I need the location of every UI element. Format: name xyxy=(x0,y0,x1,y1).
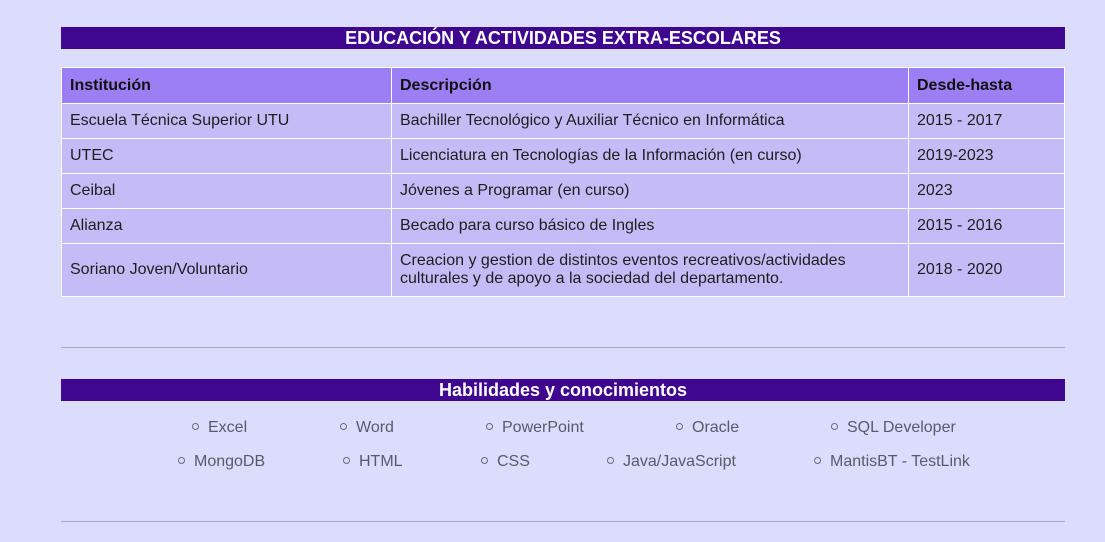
bullet-icon xyxy=(481,457,488,465)
description-cell: Jóvenes a Programar (en curso) xyxy=(391,173,909,209)
description-cell: Bachiller Tecnológico y Auxiliar Técnico… xyxy=(391,103,909,139)
skill-label: MongoDB xyxy=(194,453,266,470)
bullet-icon xyxy=(814,457,821,465)
table-row: Soriano Joven/Voluntario Creacion y gest… xyxy=(61,243,1065,297)
skill-item-sql-developer: SQL Developer xyxy=(831,419,956,437)
bullet-icon xyxy=(607,457,614,465)
skill-item-word: Word xyxy=(340,419,394,437)
skill-item-excel: Excel xyxy=(192,419,247,437)
skill-item-mantisbt-testlink: MantisBT - TestLink xyxy=(814,453,970,471)
table-row: UTEC Licenciatura en Tecnologías de la I… xyxy=(61,138,1065,174)
skill-label: HTML xyxy=(359,453,403,470)
description-cell: Becado para curso básico de Ingles xyxy=(391,208,909,244)
description-cell: Licenciatura en Tecnologías de la Inform… xyxy=(391,138,909,174)
table-row: Escuela Técnica Superior UTU Bachiller T… xyxy=(61,103,1065,139)
skill-item-java-javascript: Java/JavaScript xyxy=(607,453,736,471)
skill-label: Oracle xyxy=(692,419,740,436)
section-divider xyxy=(61,347,1065,348)
skill-label: Excel xyxy=(208,419,248,436)
education-table: Institución Descripción Desde-hasta Escu… xyxy=(61,67,1065,297)
bullet-icon xyxy=(486,423,493,431)
skill-item-html: HTML xyxy=(343,453,403,471)
table-row: Alianza Becado para curso básico de Ingl… xyxy=(61,208,1065,244)
skill-label: CSS xyxy=(497,453,530,470)
institution-cell: Soriano Joven/Voluntario xyxy=(61,243,392,297)
date-range-cell: 2019-2023 xyxy=(908,138,1065,174)
skill-item-oracle: Oracle xyxy=(676,419,739,437)
skill-item-css: CSS xyxy=(481,453,530,471)
skills-section-title: Habilidades y conocimientos xyxy=(61,379,1065,401)
column-header-description: Descripción xyxy=(391,67,909,104)
skill-item-powerpoint: PowerPoint xyxy=(486,419,584,437)
institution-cell: Escuela Técnica Superior UTU xyxy=(61,103,392,139)
institution-cell: UTEC xyxy=(61,138,392,174)
bullet-icon xyxy=(192,423,199,431)
bullet-icon xyxy=(340,423,347,431)
table-row: Ceibal Jóvenes a Programar (en curso) 20… xyxy=(61,173,1065,209)
date-range-cell: 2023 xyxy=(908,173,1065,209)
bullet-icon xyxy=(831,423,838,431)
column-header-institution: Institución xyxy=(61,67,392,104)
bullet-icon xyxy=(676,423,683,431)
bullet-icon xyxy=(178,457,185,465)
date-range-cell: 2015 - 2016 xyxy=(908,208,1065,244)
description-cell: Creacion y gestion de distintos eventos … xyxy=(391,243,909,297)
bullet-icon xyxy=(343,457,350,465)
column-header-date-range: Desde-hasta xyxy=(908,67,1065,104)
education-section-title: EDUCACIÓN Y ACTIVIDADES EXTRA-ESCOLARES xyxy=(61,27,1065,49)
skill-label: PowerPoint xyxy=(502,419,584,436)
institution-cell: Ceibal xyxy=(61,173,392,209)
date-range-cell: 2015 - 2017 xyxy=(908,103,1065,139)
skill-item-mongodb: MongoDB xyxy=(178,453,265,471)
date-range-cell: 2018 - 2020 xyxy=(908,243,1065,297)
skill-label: SQL Developer xyxy=(847,419,956,436)
skill-label: Word xyxy=(356,419,394,436)
skill-label: Java/JavaScript xyxy=(623,453,736,470)
institution-cell: Alianza xyxy=(61,208,392,244)
skill-label: MantisBT - TestLink xyxy=(830,453,970,470)
section-divider xyxy=(61,521,1065,522)
table-header-row: Institución Descripción Desde-hasta xyxy=(61,67,1065,104)
